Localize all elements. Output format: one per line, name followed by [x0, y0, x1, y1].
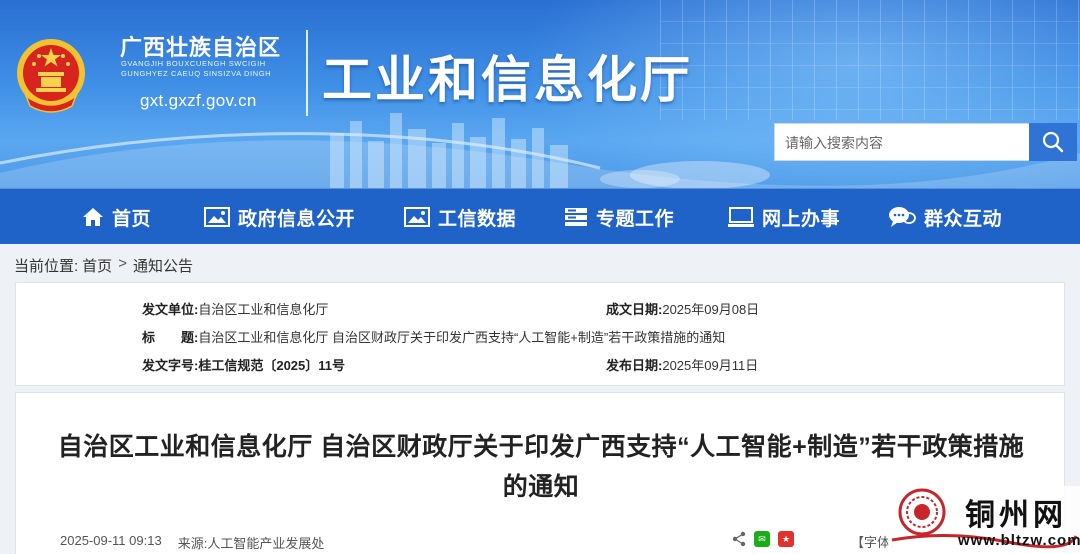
meta-published-value: 2025年09月11日 — [662, 358, 759, 373]
meta-issuer-value: 自治区工业和信息化厅 — [198, 302, 329, 317]
picture-icon — [404, 207, 430, 227]
breadcrumb: 当前位置: 首页 > 通知公告 — [14, 255, 193, 276]
meta-date-written-label: 成文日期: — [606, 302, 663, 317]
meta-title-value: 自治区工业和信息化厅 自治区财政厅关于印发广西支持“人工智能+制造”若干政策措施… — [198, 330, 726, 345]
chat-icon — [889, 207, 916, 227]
watermark-url: www.bltzw.com — [958, 532, 1080, 549]
region-name-zhuang-line2: GUNGHYEZ CAEUQ SINSIZVA DINGH — [121, 69, 272, 78]
region-name-zhuang: GVANGJIH BOUXCUENGH SWCIGIH GUNGHYEZ CAE… — [121, 59, 301, 79]
region-name-zhuang-line1: GVANGJIH BOUXCUENGH SWCIGIH — [121, 59, 266, 68]
meta-published: 发布日期:2025年09月11日 — [606, 355, 758, 374]
national-emblem-logo — [17, 39, 85, 113]
weibo-share-icon[interactable]: ★ — [778, 531, 794, 547]
meta-issuer-label: 发文单位: — [142, 302, 199, 317]
picture-icon — [204, 207, 230, 227]
nav-item-label: 工信数据 — [438, 208, 517, 230]
article-info: 2025-09-11 09:13 来源:人工智能产业发展处 — [60, 533, 324, 552]
nav-item-label: 群众互动 — [924, 208, 1003, 230]
header-divider — [306, 30, 308, 116]
nav-item-home[interactable]: 首页 — [82, 189, 151, 245]
stack-icon — [565, 208, 587, 226]
breadcrumb-prefix: 当前位置: — [14, 258, 79, 275]
nav-item-data[interactable]: 工信数据 — [404, 189, 516, 245]
meta-title-label: 标 题: — [142, 330, 199, 345]
nav-item-label: 专题工作 — [596, 208, 675, 230]
search-input[interactable]: 请输入搜索内容 — [774, 123, 1030, 161]
search-icon — [1042, 131, 1064, 153]
main-nav: 首页 政府信息公开 工信数据 专题工作 网上办事 群众互动 — [0, 188, 1080, 244]
home-icon — [83, 208, 103, 226]
meta-date-written: 成文日期:2025年09月08日 — [606, 299, 759, 318]
nav-item-label: 网上办事 — [762, 208, 841, 230]
meta-doc-number-label: 发文字号: — [142, 358, 199, 373]
article-source-label: 来源: — [177, 536, 208, 551]
site-url[interactable]: gxt.gxzf.gov.cn — [140, 91, 257, 111]
meta-doc-number: 发文字号:桂工信规范〔2025〕11号 — [142, 355, 345, 374]
article-title: 自治区工业和信息化厅 自治区财政厅关于印发广西支持“人工智能+制造”若干政策措施… — [57, 433, 1025, 501]
nav-item-topics[interactable]: 专题工作 — [564, 189, 674, 245]
meta-published-label: 发布日期: — [606, 358, 663, 373]
monitor-icon — [728, 207, 754, 227]
document-meta-panel: 发文单位:自治区工业和信息化厅 成文日期:2025年09月08日 标 题:自治区… — [15, 282, 1065, 386]
meta-issuer: 发文单位:自治区工业和信息化厅 — [142, 299, 328, 318]
meta-doc-number-value: 桂工信规范〔2025〕11号 — [198, 358, 346, 373]
search-button[interactable] — [1029, 123, 1077, 161]
wechat-share-icon[interactable]: ✉ — [754, 531, 770, 547]
share-tools: ✉ ★ — [732, 531, 794, 547]
watermark-name: 铜州网 — [965, 498, 1067, 533]
nav-item-interaction[interactable]: 群众互动 — [888, 189, 1002, 245]
article-source: 人工智能产业发展处 — [207, 536, 325, 551]
nav-item-online-services[interactable]: 网上办事 — [728, 189, 840, 245]
meta-title: 标 题:自治区工业和信息化厅 自治区财政厅关于印发广西支持“人工智能+制造”若干… — [142, 327, 725, 346]
article-datetime: 2025-09-11 09:13 — [60, 533, 162, 548]
share-icon[interactable] — [732, 531, 746, 547]
nav-item-label: 首页 — [112, 208, 152, 230]
nav-item-label: 政府信息公开 — [238, 208, 356, 230]
nav-item-gov-info[interactable]: 政府信息公开 — [204, 189, 355, 245]
department-title: 工业和信息化厅 — [322, 52, 693, 108]
meta-date-written-value: 2025年09月08日 — [662, 302, 760, 317]
breadcrumb-separator: > — [118, 255, 127, 272]
breadcrumb-home-link[interactable]: 首页 — [82, 255, 112, 276]
header-banner: 广西壮族自治区 GVANGJIH BOUXCUENGH SWCIGIH GUNG… — [0, 0, 1080, 188]
breadcrumb-notices-link[interactable]: 通知公告 — [133, 255, 193, 276]
region-name: 广西壮族自治区 — [120, 35, 282, 60]
